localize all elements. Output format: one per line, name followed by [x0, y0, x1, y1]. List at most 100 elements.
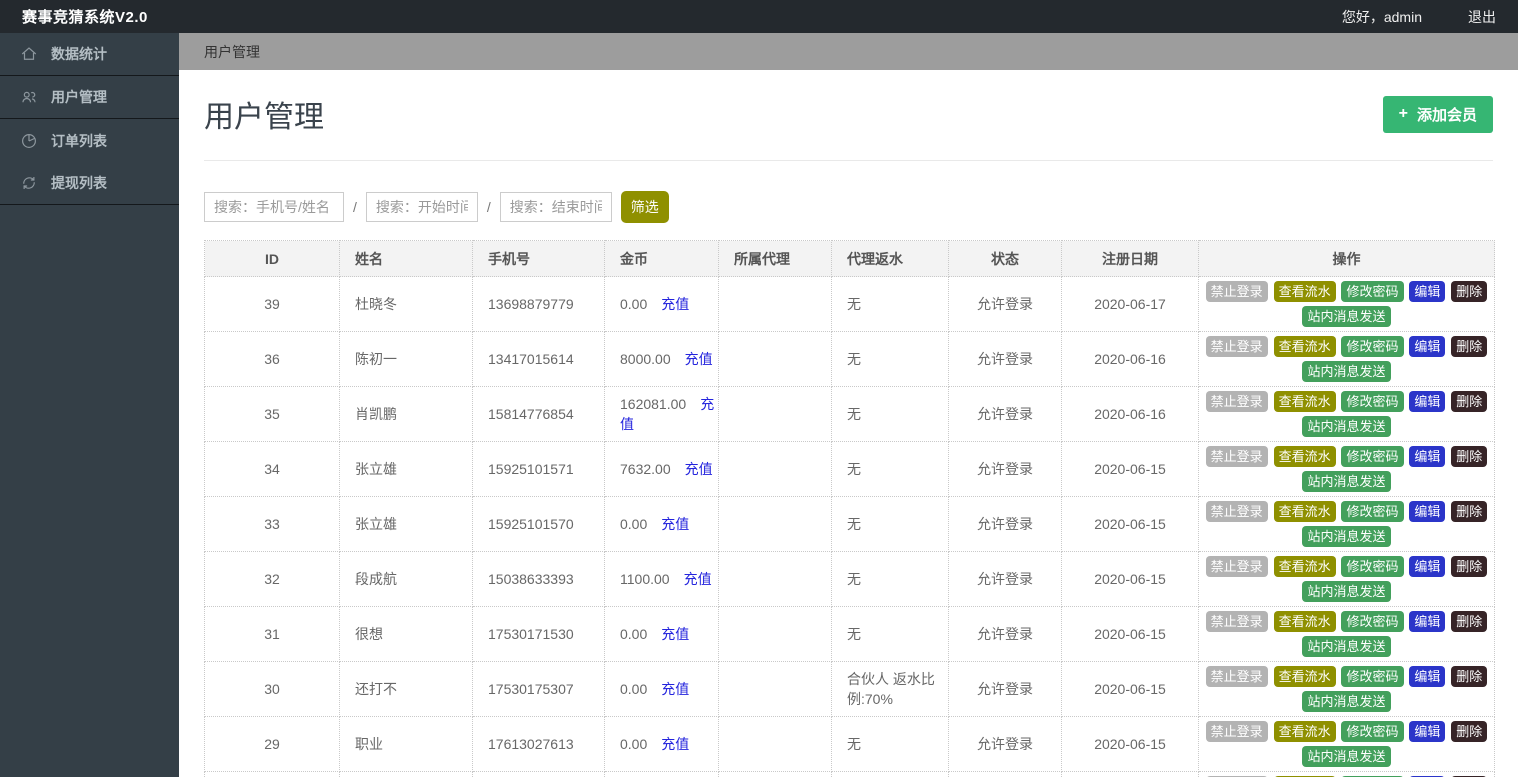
ban-login-button[interactable]: 禁止登录	[1205, 721, 1268, 742]
edit-button[interactable]: 编辑	[1409, 391, 1446, 412]
cell-actions: 禁止登录 查看流水 修改密码 编辑 删除 站内消息发送	[1198, 496, 1495, 552]
delete-button[interactable]: 删除	[1451, 501, 1488, 522]
ban-login-button[interactable]: 禁止登录	[1205, 611, 1268, 632]
sidebar-item-user-management[interactable]: 用户管理	[0, 76, 179, 119]
view-transactions-button[interactable]: 查看流水	[1273, 391, 1336, 412]
search-end-time-input[interactable]	[499, 192, 612, 222]
ban-login-button[interactable]: 禁止登录	[1205, 281, 1268, 302]
view-transactions-button[interactable]: 查看流水	[1273, 336, 1336, 357]
edit-button[interactable]: 编辑	[1409, 446, 1446, 467]
table-row: 32 段成航 15038633393 1100.00 充值 无 允许登录 2020…	[204, 551, 1495, 607]
change-password-button[interactable]: 修改密码	[1341, 391, 1404, 412]
sidebar-item-data-stats[interactable]: 数据统计	[0, 33, 179, 76]
logout-link[interactable]: 退出	[1468, 7, 1496, 27]
cell-rebate: 合伙人 返水比例:70%	[831, 661, 949, 717]
send-message-button[interactable]: 站内消息发送	[1302, 306, 1391, 327]
ban-login-button[interactable]: 禁止登录	[1205, 446, 1268, 467]
cell-rebate: 无	[831, 276, 949, 332]
cell-coins: 0.00 充值	[604, 606, 719, 662]
recharge-link[interactable]: 充值	[661, 736, 689, 752]
change-password-button[interactable]: 修改密码	[1341, 281, 1404, 302]
edit-button[interactable]: 编辑	[1409, 501, 1446, 522]
recharge-link[interactable]: 充值	[661, 626, 689, 642]
table-row: 29 职业 17613027613 0.00 充值 无 允许登录 2020-06-…	[204, 716, 1495, 772]
delete-button[interactable]: 删除	[1451, 721, 1488, 742]
send-message-button[interactable]: 站内消息发送	[1302, 691, 1391, 712]
ban-login-button[interactable]: 禁止登录	[1205, 336, 1268, 357]
send-message-button[interactable]: 站内消息发送	[1302, 526, 1391, 547]
cell-id: 29	[204, 716, 340, 772]
delete-button[interactable]: 删除	[1451, 611, 1488, 632]
change-password-button[interactable]: 修改密码	[1341, 446, 1404, 467]
change-password-button[interactable]: 修改密码	[1341, 556, 1404, 577]
cell-date: 2020-06-15	[1061, 661, 1199, 717]
send-message-button[interactable]: 站内消息发送	[1302, 636, 1391, 657]
delete-button[interactable]: 删除	[1451, 666, 1488, 687]
delete-button[interactable]: 删除	[1451, 281, 1488, 302]
send-message-button[interactable]: 站内消息发送	[1302, 471, 1391, 492]
cell-status: 允许登录	[948, 551, 1062, 607]
ban-login-button[interactable]: 禁止登录	[1205, 391, 1268, 412]
edit-button[interactable]: 编辑	[1409, 611, 1446, 632]
refresh-icon	[23, 177, 35, 189]
send-message-button[interactable]: 站内消息发送	[1302, 581, 1391, 602]
change-password-button[interactable]: 修改密码	[1341, 666, 1404, 687]
edit-button[interactable]: 编辑	[1409, 666, 1446, 687]
cell-date: 2020-06-16	[1061, 386, 1199, 442]
cell-actions: 禁止登录 查看流水 修改密码 编辑 删除 站内消息发送	[1198, 661, 1495, 717]
add-member-button[interactable]: + 添加会员	[1382, 95, 1493, 133]
sidebar-item-order-list[interactable]: 订单列表	[0, 119, 179, 162]
cell-agent	[718, 661, 832, 717]
cell-agent	[718, 551, 832, 607]
view-transactions-button[interactable]: 查看流水	[1273, 666, 1336, 687]
cell-id: 30	[204, 661, 340, 717]
app-title: 赛事竞猜系统V2.0	[22, 9, 148, 26]
cell-coins: 162081.00 充值	[604, 386, 719, 442]
view-transactions-button[interactable]: 查看流水	[1273, 281, 1336, 302]
change-password-button[interactable]: 修改密码	[1341, 611, 1404, 632]
recharge-link[interactable]: 充值	[661, 296, 689, 312]
view-transactions-button[interactable]: 查看流水	[1273, 556, 1336, 577]
ban-login-button[interactable]: 禁止登录	[1205, 666, 1268, 687]
search-keyword-input[interactable]	[204, 192, 344, 222]
ban-login-button[interactable]: 禁止登录	[1205, 501, 1268, 522]
view-transactions-button[interactable]: 查看流水	[1273, 501, 1336, 522]
edit-button[interactable]: 编辑	[1409, 721, 1446, 742]
cell-id: 36	[204, 331, 340, 387]
ban-login-button[interactable]: 禁止登录	[1205, 556, 1268, 577]
recharge-link[interactable]: 充值	[661, 516, 689, 532]
delete-button[interactable]: 删除	[1451, 556, 1488, 577]
delete-button[interactable]: 删除	[1451, 336, 1488, 357]
table-row: 27 菜徐坤 17346771776 0.00充值 代理商 返水比例:23% 允…	[204, 771, 1495, 777]
edit-button[interactable]: 编辑	[1409, 556, 1446, 577]
cell-coins: 0.00 充值	[604, 661, 719, 717]
coin-value: 0.00	[620, 626, 648, 642]
view-transactions-button[interactable]: 查看流水	[1273, 721, 1336, 742]
sidebar-item-withdraw-list[interactable]: 提现列表	[0, 162, 179, 205]
recharge-link[interactable]: 充值	[685, 351, 713, 367]
search-start-time-input[interactable]	[365, 192, 478, 222]
send-message-button[interactable]: 站内消息发送	[1302, 361, 1391, 382]
send-message-button[interactable]: 站内消息发送	[1302, 746, 1391, 767]
change-password-button[interactable]: 修改密码	[1341, 501, 1404, 522]
delete-button[interactable]: 删除	[1451, 391, 1488, 412]
cell-coins: 8000.00 充值	[604, 331, 719, 387]
change-password-button[interactable]: 修改密码	[1341, 336, 1404, 357]
edit-button[interactable]: 编辑	[1409, 336, 1446, 357]
send-message-button[interactable]: 站内消息发送	[1302, 416, 1391, 437]
recharge-link[interactable]: 充值	[684, 571, 712, 587]
view-transactions-button[interactable]: 查看流水	[1273, 446, 1336, 467]
cell-agent	[718, 331, 832, 387]
separator: /	[353, 199, 357, 215]
edit-button[interactable]: 编辑	[1409, 281, 1446, 302]
delete-button[interactable]: 删除	[1451, 446, 1488, 467]
view-transactions-button[interactable]: 查看流水	[1273, 611, 1336, 632]
cell-id: 32	[204, 551, 340, 607]
table-row: 39 杜晓冬 13698879779 0.00 充值 无 允许登录 2020-06…	[204, 276, 1495, 332]
sidebar-item-label: 提现列表	[51, 175, 107, 191]
change-password-button[interactable]: 修改密码	[1341, 721, 1404, 742]
coin-value: 162081.00	[620, 396, 687, 412]
recharge-link[interactable]: 充值	[661, 681, 689, 697]
filter-button[interactable]: 筛选	[620, 191, 669, 223]
recharge-link[interactable]: 充值	[685, 461, 713, 477]
